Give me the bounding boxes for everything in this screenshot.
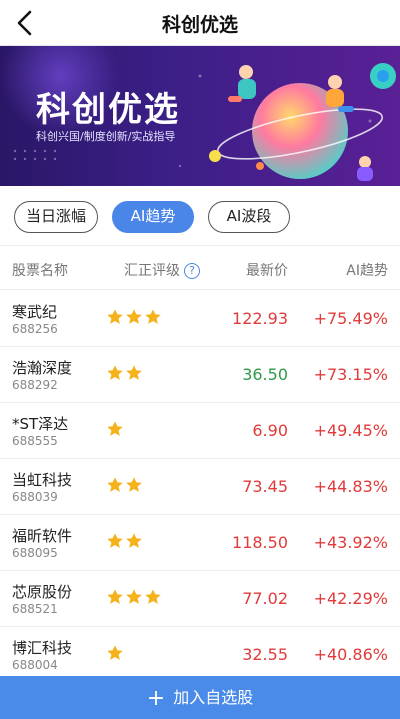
promo-banner: 科创优选 科创兴国/制度创新/实战指导 — [0, 46, 400, 186]
stock-code: 688095 — [12, 546, 58, 560]
banner-title: 科创优选 — [36, 90, 180, 130]
stock-name: 芯原股份 — [12, 583, 73, 601]
header-stock-name: 股票名称 — [12, 263, 68, 279]
star-icon — [126, 477, 142, 492]
ai-trend-value: +44.83% — [313, 477, 388, 496]
ai-trend-value: +43.92% — [313, 533, 388, 552]
header-rating: 汇正评级? — [124, 260, 200, 280]
table-row[interactable]: 浩瀚深度 688292 36.50 +73.15% — [0, 347, 400, 403]
table-row[interactable]: 当虹科技 688039 73.45 +44.83% — [0, 459, 400, 515]
stock-code: 688004 — [12, 658, 58, 672]
add-button-label: 加入自选股 — [173, 688, 254, 707]
star-rating — [106, 308, 163, 328]
star-icon — [145, 309, 161, 324]
stock-name: 当虹科技 — [12, 471, 73, 489]
filter-tabs: 当日涨幅 AI趋势 AI波段 — [0, 186, 400, 246]
star-icon — [107, 645, 123, 660]
tab-daily-gain[interactable]: 当日涨幅 — [14, 201, 98, 233]
ai-trend-value: +49.45% — [313, 421, 388, 440]
banner-subtitle: 科创兴国/制度创新/实战指导 — [36, 130, 176, 143]
header-rating-label: 汇正评级 — [124, 263, 180, 279]
add-to-watchlist-button[interactable]: + 加入自选股 — [0, 676, 400, 719]
star-rating — [106, 588, 163, 608]
table-row[interactable]: 芯原股份 688521 77.02 +42.29% — [0, 571, 400, 627]
latest-price: 118.50 — [232, 533, 288, 552]
stock-name: 浩瀚深度 — [12, 359, 73, 377]
star-icon — [145, 589, 161, 604]
star-icon — [126, 533, 142, 548]
nav-bar: 科创优选 — [0, 0, 400, 46]
stock-name: 福昕软件 — [12, 527, 73, 545]
ai-trend-value: +73.15% — [313, 365, 388, 384]
header-ai-trend[interactable]: AI趋势 — [346, 260, 388, 280]
star-icon — [126, 365, 142, 380]
stock-name: 寒武纪 — [12, 303, 58, 321]
table-row[interactable]: *ST泽达 688555 6.90 +49.45% — [0, 403, 400, 459]
latest-price: 36.50 — [242, 365, 288, 384]
star-rating — [106, 364, 144, 384]
header-latest-price: 最新价 — [246, 263, 288, 279]
star-icon — [126, 309, 142, 324]
star-icon — [126, 589, 142, 604]
star-icon — [107, 365, 123, 380]
tab-ai-swing[interactable]: AI波段 — [208, 201, 290, 233]
ai-trend-value: +42.29% — [313, 589, 388, 608]
latest-price: 6.90 — [252, 421, 288, 440]
ai-trend-value: +75.49% — [313, 309, 388, 328]
table-row[interactable]: 福昕软件 688095 118.50 +43.92% — [0, 515, 400, 571]
latest-price: 77.02 — [242, 589, 288, 608]
latest-price: 32.55 — [242, 645, 288, 664]
stock-name: 博汇科技 — [12, 639, 73, 657]
star-icon — [107, 533, 123, 548]
ai-trend-value: +40.86% — [313, 645, 388, 664]
stock-code: 688521 — [12, 602, 58, 616]
stock-name: *ST泽达 — [12, 415, 69, 433]
plus-icon: + — [146, 686, 166, 711]
table-row[interactable]: 寒武纪 688256 122.93 +75.49% — [0, 291, 400, 347]
stock-code: 688555 — [12, 434, 58, 448]
latest-price: 73.45 — [242, 477, 288, 496]
stock-code: 688292 — [12, 378, 58, 392]
star-rating — [106, 420, 125, 440]
star-rating — [106, 476, 144, 496]
star-icon — [107, 309, 123, 324]
help-icon[interactable]: ? — [184, 263, 200, 279]
star-rating — [106, 532, 144, 552]
star-rating — [106, 644, 125, 664]
stock-code: 688256 — [12, 322, 58, 336]
stock-code: 688039 — [12, 490, 58, 504]
page-title: 科创优选 — [161, 14, 238, 36]
star-icon — [107, 477, 123, 492]
star-icon — [107, 421, 123, 436]
table-header: 股票名称 汇正评级? 最新价 AI趋势 — [0, 246, 400, 290]
table-row[interactable]: 博汇科技 688004 32.55 +40.86% — [0, 627, 400, 683]
tab-ai-trend[interactable]: AI趋势 — [112, 201, 194, 233]
star-icon — [107, 589, 123, 604]
latest-price: 122.93 — [232, 309, 288, 328]
